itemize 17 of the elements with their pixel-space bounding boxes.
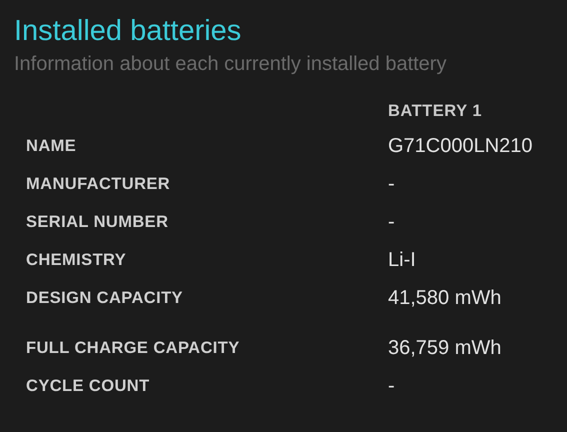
row-value: - [388, 211, 395, 233]
row-value: Li-I [388, 249, 416, 271]
row-label: NAME [25, 136, 76, 154]
row-label: CHEMISTRY [25, 250, 126, 268]
row-label: DESIGN CAPACITY [25, 288, 183, 306]
column-header: BATTERY 1 [388, 100, 484, 122]
row-label: CYCLE COUNT [25, 376, 150, 394]
row-value: 36,759 mWh [388, 337, 502, 359]
page-title: Installed batteries [14, 14, 242, 49]
row-label: SERIAL NUMBER [25, 212, 168, 230]
row-value: - [388, 375, 395, 397]
row-value: 41,580 mWh [388, 287, 502, 309]
row-label: MANUFACTURER [25, 174, 170, 192]
page-subtitle: Information about each currently installed battery [14, 52, 448, 77]
row-label: FULL CHARGE CAPACITY [25, 338, 240, 356]
row-value: - [388, 173, 395, 195]
row-value: G71C000LN210 [388, 135, 533, 157]
